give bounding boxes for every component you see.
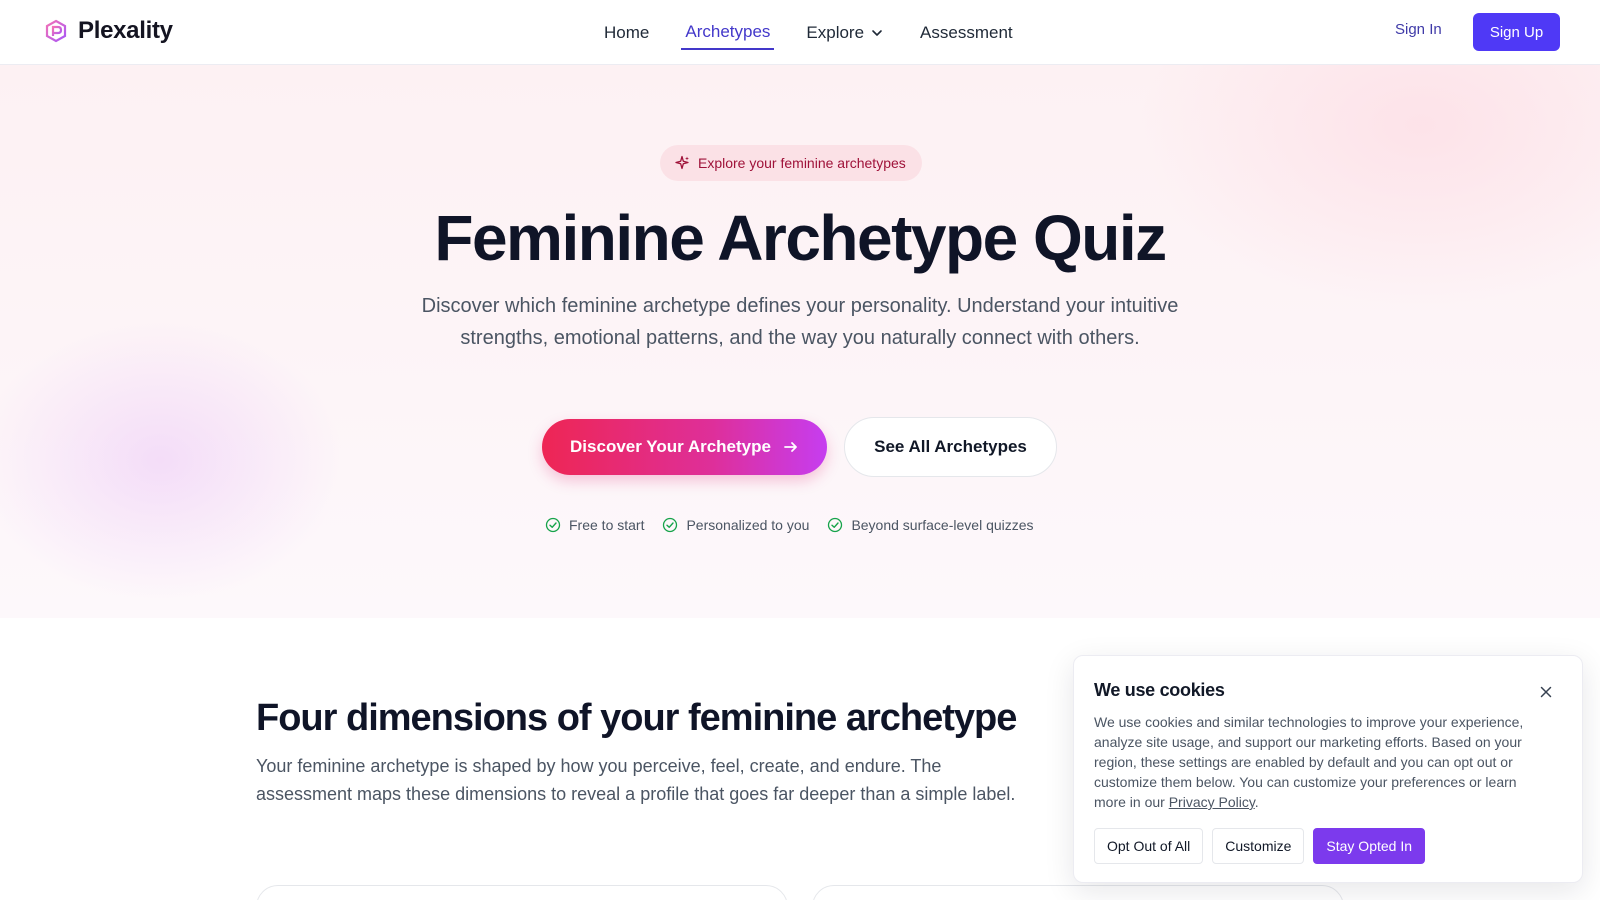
cookie-body-end: .	[1254, 794, 1259, 810]
feature-label: Beyond surface-level quizzes	[851, 517, 1034, 533]
section-title: Four dimensions of your feminine archety…	[256, 697, 1017, 739]
check-circle-icon	[828, 517, 843, 533]
feature-item: Personalized to you	[662, 517, 809, 533]
sign-up-button[interactable]: Sign Up	[1473, 13, 1560, 51]
hero-section: Explore your feminine archetypes Feminin…	[0, 65, 1600, 618]
feature-item: Free to start	[545, 517, 644, 533]
main-nav: Home Archetypes Explore Assessment	[600, 20, 1045, 50]
check-circle-icon	[663, 517, 678, 533]
stay-opted-in-button[interactable]: Stay Opted In	[1313, 828, 1426, 864]
cookie-body-text: We use cookies and similar technologies …	[1094, 714, 1524, 810]
section-description: Your feminine archetype is shaped by how…	[256, 756, 1016, 804]
hero-badge: Explore your feminine archetypes	[660, 145, 922, 181]
page-title: Feminine Archetype Quiz	[434, 202, 1167, 274]
hero-badge-text: Explore your feminine archetypes	[698, 155, 906, 171]
arrow-right-icon	[784, 442, 797, 452]
top-navbar: Plexality Home Archetypes Explore Assess…	[0, 0, 1600, 65]
cookie-banner: We use cookies We use cookies and simila…	[1073, 655, 1583, 883]
cookie-actions: Opt Out of All Customize Stay Opted In	[1094, 828, 1426, 864]
chevron-down-icon	[872, 30, 882, 36]
sign-in-link[interactable]: Sign In	[1395, 21, 1442, 38]
see-all-archetypes-button[interactable]: See All Archetypes	[844, 417, 1057, 477]
dimension-card	[256, 885, 788, 900]
sparkles-icon	[675, 155, 689, 170]
nav-home[interactable]: Home	[600, 21, 653, 49]
feature-label: Personalized to you	[686, 517, 810, 533]
discover-archetype-label: Discover Your Archetype	[570, 437, 771, 456]
nav-explore[interactable]: Explore	[802, 21, 888, 49]
cookie-title: We use cookies	[1094, 680, 1225, 700]
discover-archetype-button[interactable]: Discover Your Archetype	[542, 419, 827, 475]
brand-logo[interactable]: Plexality	[44, 17, 173, 45]
brand-name: Plexality	[78, 17, 173, 44]
check-circle-icon	[545, 517, 561, 533]
hero-description: Discover which feminine archetype define…	[421, 295, 1179, 349]
cookie-text: We use cookies and similar technologies …	[1094, 712, 1534, 812]
customize-button[interactable]: Customize	[1212, 828, 1305, 864]
feature-item: Beyond surface-level quizzes	[827, 517, 1034, 533]
feature-label: Free to start	[569, 517, 645, 533]
nav-assessment[interactable]: Assessment	[916, 21, 1017, 49]
privacy-policy-link[interactable]: Privacy Policy	[1169, 794, 1255, 810]
close-icon	[1540, 686, 1552, 698]
plexality-logo-icon	[45, 19, 67, 43]
opt-out-button[interactable]: Opt Out of All	[1094, 828, 1204, 864]
nav-explore-label: Explore	[806, 23, 865, 42]
hero-features: Free to start Personalized to you Beyond…	[545, 517, 1034, 533]
close-cookie-button[interactable]	[1536, 682, 1556, 702]
dimension-card	[812, 885, 1344, 900]
nav-archetypes[interactable]: Archetypes	[681, 20, 775, 50]
